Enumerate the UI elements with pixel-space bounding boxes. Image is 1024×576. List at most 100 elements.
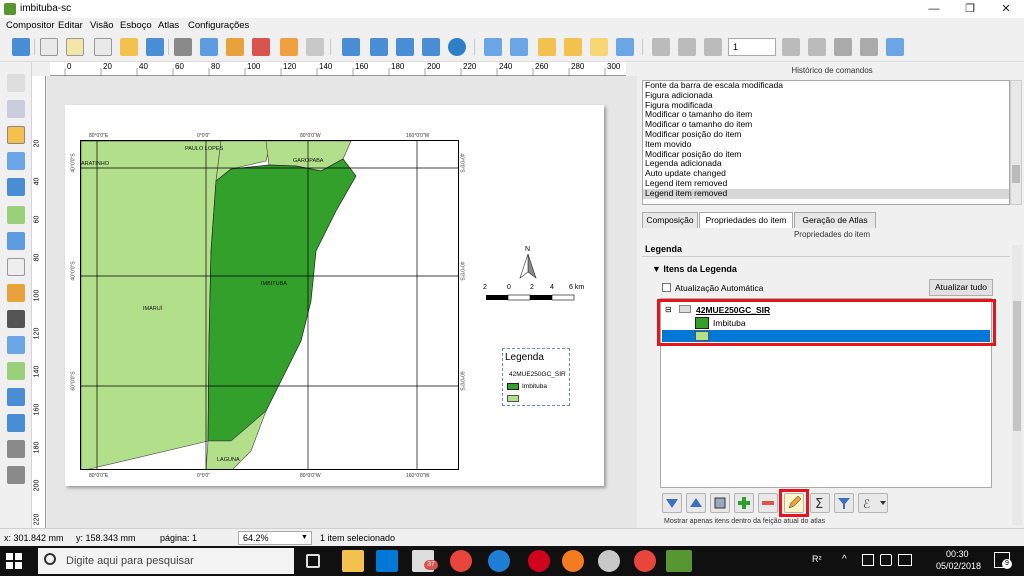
open-template-icon[interactable] xyxy=(120,38,138,56)
previous-feature-icon[interactable] xyxy=(704,38,722,56)
edge-icon[interactable] xyxy=(488,550,510,572)
taskbar-search-box[interactable]: Digite aqui para pesquisar xyxy=(38,548,294,574)
tab-propriedades-item[interactable]: Propriedades do item xyxy=(699,212,793,228)
move-down-button[interactable] xyxy=(662,493,682,513)
undo-icon[interactable] xyxy=(280,38,298,56)
zoom-combo[interactable]: 64.2% ▼ xyxy=(238,531,312,545)
menu-esboco[interactable]: Esboço xyxy=(120,20,152,31)
export-pdf-icon[interactable] xyxy=(252,38,270,56)
tab-geracao-atlas[interactable]: Geração de Atlas xyxy=(794,212,876,228)
notification-icon[interactable]: 9 xyxy=(994,552,1012,569)
group-icon[interactable] xyxy=(484,38,502,56)
add-shape-icon[interactable] xyxy=(7,336,25,354)
next-feature-icon[interactable] xyxy=(782,38,800,56)
map-item[interactable]: PAULO LOPES GAROPABA ARATINHO IMBITUBA I… xyxy=(80,140,459,470)
update-all-button[interactable]: Atualizar tudo xyxy=(929,279,993,296)
keyboard-icon[interactable] xyxy=(898,554,912,566)
first-feature-icon[interactable] xyxy=(678,38,696,56)
duplicate-composer-icon[interactable] xyxy=(66,38,84,56)
windows-start-icon[interactable] xyxy=(6,553,22,569)
scale-bar[interactable]: 2 0 2 4 6 km xyxy=(483,284,591,306)
menu-atlas[interactable]: Atlas xyxy=(158,20,179,31)
save-icon[interactable] xyxy=(12,38,30,56)
file-explorer-icon[interactable] xyxy=(342,550,364,572)
clock-time[interactable]: 00:30 xyxy=(946,549,969,559)
remove-item-button[interactable] xyxy=(758,493,778,513)
edit-nodes-icon[interactable] xyxy=(7,178,25,196)
clock-date[interactable]: 05/02/2018 xyxy=(936,561,981,571)
atlas-settings-icon[interactable] xyxy=(886,38,904,56)
add-nodes-icon[interactable] xyxy=(7,388,25,406)
chrome-icon[interactable] xyxy=(450,550,472,572)
store-icon[interactable] xyxy=(376,550,398,572)
export-image-icon[interactable] xyxy=(200,38,218,56)
add-scalebar-icon[interactable] xyxy=(7,310,25,328)
tab-composicao[interactable]: Composição xyxy=(642,212,698,228)
command-history-list[interactable]: Fonte da barra de escala modificada Figu… xyxy=(642,80,1010,205)
move-content-icon[interactable] xyxy=(7,152,25,170)
print-icon[interactable] xyxy=(174,38,192,56)
zoom-100-icon[interactable] xyxy=(370,38,388,56)
new-composer-icon[interactable] xyxy=(40,38,58,56)
add-html-icon[interactable] xyxy=(7,466,25,484)
export-svg-icon[interactable] xyxy=(226,38,244,56)
sum-button[interactable]: Σ xyxy=(810,493,830,513)
unlock-icon[interactable] xyxy=(564,38,582,56)
firefox-icon[interactable] xyxy=(562,550,584,572)
print-atlas-icon[interactable] xyxy=(834,38,852,56)
qgis-taskbar-icon[interactable] xyxy=(666,550,692,572)
save-template-icon[interactable] xyxy=(146,38,164,56)
north-arrow[interactable]: N xyxy=(516,246,540,280)
network-icon[interactable] xyxy=(862,554,874,566)
mail-icon[interactable]: 37 xyxy=(412,550,438,572)
add-attribute-table-icon[interactable] xyxy=(7,440,25,458)
close-button[interactable]: ✕ xyxy=(988,0,1024,18)
task-view-icon[interactable] xyxy=(306,554,320,568)
menu-editar[interactable]: Editar xyxy=(58,20,83,31)
zoom-in-icon[interactable] xyxy=(396,38,414,56)
menu-configuracoes[interactable]: Configurações xyxy=(188,20,249,31)
add-image-icon[interactable] xyxy=(7,232,25,250)
menu-compositor[interactable]: Compositor xyxy=(6,20,55,31)
history-item[interactable]: Modificar posição do item xyxy=(643,129,1009,140)
zoom-tool-icon[interactable] xyxy=(7,100,25,118)
add-polyline-icon[interactable] xyxy=(7,414,25,432)
redo-icon[interactable] xyxy=(306,38,324,56)
atlas-page-spinbox[interactable]: 1 xyxy=(728,38,776,56)
app-icon[interactable] xyxy=(598,550,620,572)
add-item-button[interactable] xyxy=(734,493,754,513)
add-label-icon[interactable] xyxy=(7,258,25,276)
chrome-icon-2[interactable] xyxy=(634,550,656,572)
lock-icon[interactable] xyxy=(538,38,556,56)
restore-button[interactable]: ❐ xyxy=(952,0,988,18)
volume-icon[interactable] xyxy=(880,554,892,566)
menu-visao[interactable]: Visão xyxy=(90,20,114,31)
align-icon[interactable] xyxy=(616,38,634,56)
refresh-icon[interactable] xyxy=(448,38,466,56)
filter-button[interactable] xyxy=(834,493,854,513)
add-map-icon[interactable] xyxy=(7,206,25,224)
zoom-out-icon[interactable] xyxy=(422,38,440,56)
zoom-full-icon[interactable] xyxy=(342,38,360,56)
expression-button[interactable]: ℰ xyxy=(858,493,888,513)
add-legend-icon[interactable] xyxy=(7,284,25,302)
export-atlas-icon[interactable] xyxy=(860,38,878,56)
legend-item[interactable]: Legenda 42MUE250GC_SIR Imbituba xyxy=(502,348,570,406)
history-scrollbar[interactable] xyxy=(1010,80,1022,205)
opera-icon[interactable] xyxy=(528,550,550,572)
add-arrow-icon[interactable] xyxy=(7,362,25,380)
ungroup-icon[interactable] xyxy=(510,38,528,56)
atlas-preview-icon[interactable] xyxy=(652,38,670,56)
raise-icon[interactable] xyxy=(590,38,608,56)
last-feature-icon[interactable] xyxy=(808,38,826,56)
add-group-button[interactable] xyxy=(710,493,730,513)
move-up-button[interactable] xyxy=(686,493,706,513)
pan-icon[interactable] xyxy=(7,74,25,92)
legend-items-group[interactable]: ▼ Itens da Legenda xyxy=(652,264,737,274)
auto-update-checkbox[interactable] xyxy=(662,283,671,292)
language-indicator[interactable]: R² xyxy=(812,554,822,564)
properties-scrollbar[interactable] xyxy=(1012,245,1022,525)
chevron-up-icon[interactable]: ^ xyxy=(842,554,847,565)
select-move-icon[interactable] xyxy=(7,126,25,144)
history-item[interactable]: Legend item removed xyxy=(643,188,1009,199)
